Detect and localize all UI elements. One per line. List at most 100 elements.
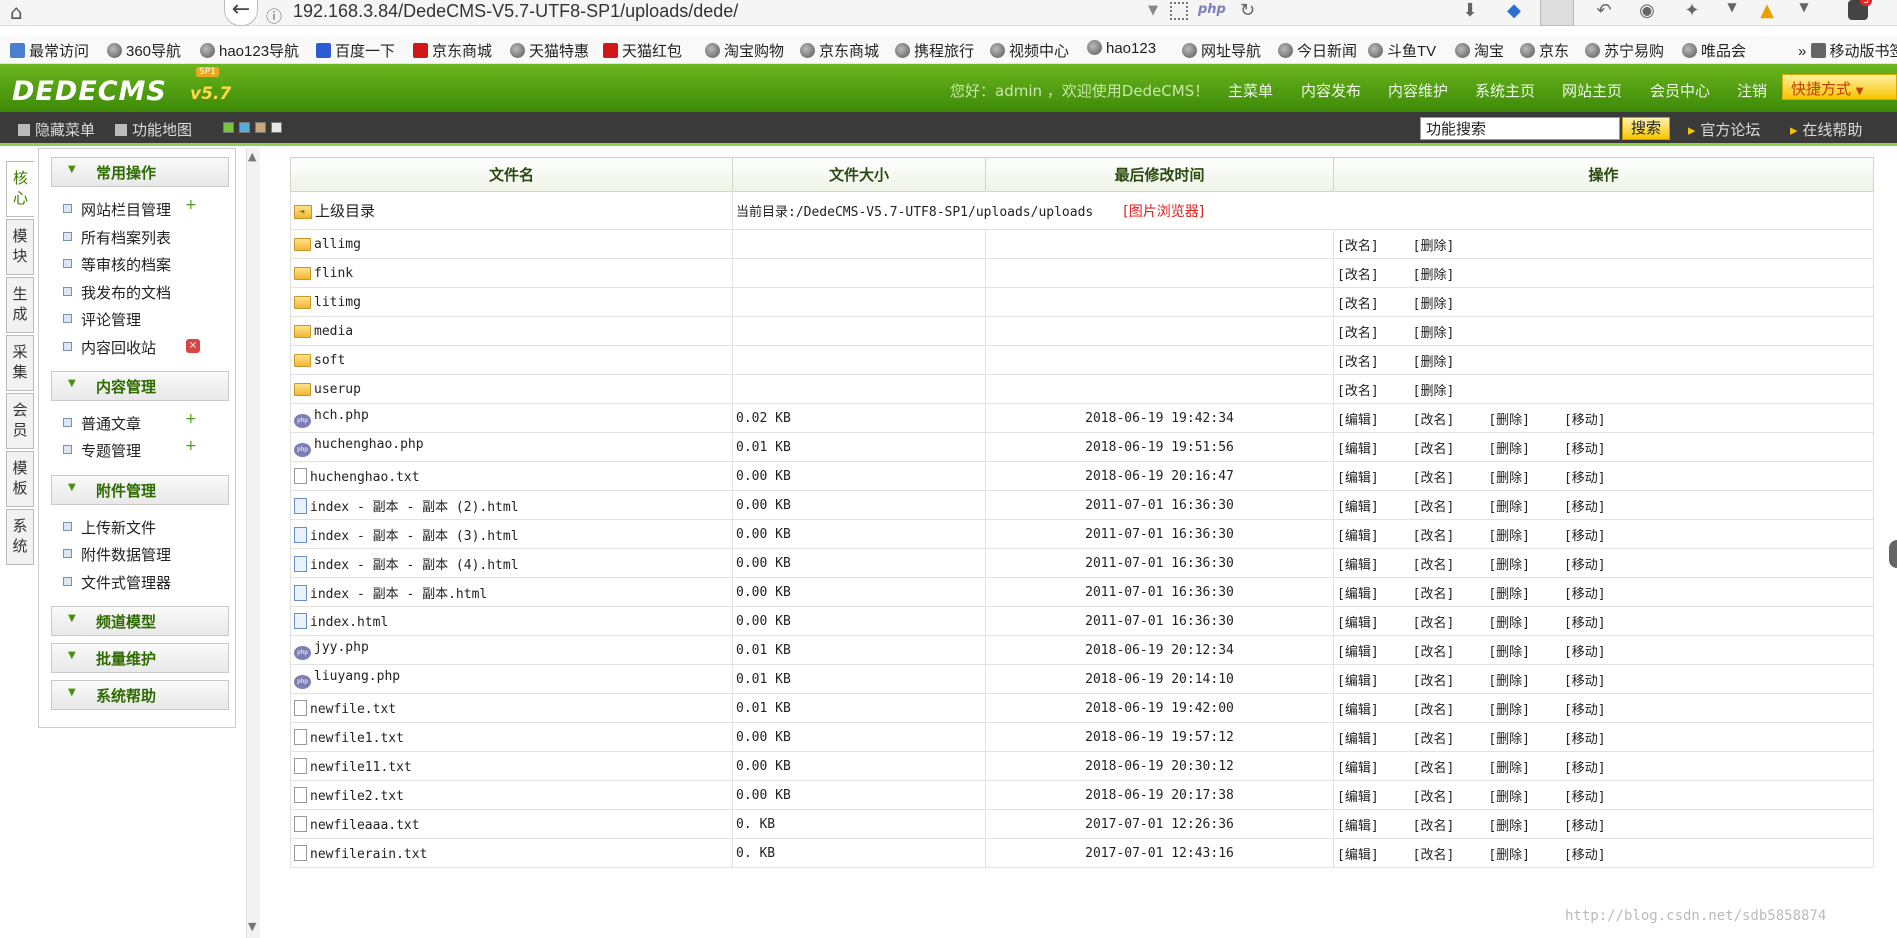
php-badge-icon[interactable]: php (1198, 2, 1226, 17)
move-link[interactable]: [移动] (1564, 786, 1606, 805)
file-name-link[interactable]: newfile11.txt (310, 760, 412, 775)
notification-icon[interactable]: 3 (1848, 0, 1872, 20)
delete-link[interactable]: [删除] (1488, 670, 1530, 689)
parent-dir-link[interactable]: 上级目录 (315, 202, 375, 220)
menu-item-all-archives[interactable]: 所有档案列表 (63, 227, 171, 248)
file-name-link[interactable]: huchenghao.php (314, 437, 424, 452)
bookmark-item[interactable]: 苏宁易购 (1585, 40, 1664, 61)
delete-link[interactable]: [删除] (1488, 815, 1530, 834)
scroll-down-icon[interactable]: ▼ (248, 920, 256, 933)
add-icon[interactable]: + (185, 438, 197, 454)
bookmark-item[interactable]: 最常访问 (10, 40, 89, 61)
move-link[interactable]: [移动] (1564, 525, 1606, 544)
delete-icon[interactable]: × (186, 339, 200, 353)
file-name-link[interactable]: hch.php (314, 408, 369, 423)
edit-link[interactable]: [编辑] (1337, 438, 1379, 457)
bookmark-item[interactable]: 今日新闻 (1278, 40, 1357, 61)
hide-menu-button[interactable]: 隐藏菜单 (18, 119, 95, 140)
rename-link[interactable]: [改名] (1413, 815, 1455, 834)
rename-link[interactable]: [改名] (1413, 496, 1455, 515)
info-icon[interactable]: ⓘ (266, 3, 282, 27)
file-name-link[interactable]: index - 副本 - 副本 (4).html (310, 558, 519, 573)
rename-link[interactable]: [改名] (1413, 467, 1455, 486)
delete-link[interactable]: [删除] (1413, 351, 1455, 370)
delete-link[interactable]: [删除] (1413, 264, 1455, 283)
move-link[interactable]: [移动] (1564, 815, 1606, 834)
filename-cell[interactable]: userup (290, 374, 733, 404)
delete-link[interactable]: [删除] (1488, 583, 1530, 602)
file-name-link[interactable]: index - 副本 - 副本.html (310, 587, 487, 602)
bookmark-item[interactable]: 京东 (1520, 40, 1569, 61)
rename-link[interactable]: [改名] (1337, 380, 1379, 399)
drive-icon[interactable]: ▲ (1755, 0, 1779, 21)
edit-link[interactable]: [编辑] (1337, 583, 1379, 602)
bookmark-item[interactable]: 网址导航 (1182, 40, 1261, 61)
folder-name-link[interactable]: flink (314, 266, 353, 281)
site-map-button[interactable]: 功能地图 (115, 119, 192, 140)
move-link[interactable]: [移动] (1564, 670, 1606, 689)
tools-icon[interactable]: ✦ (1680, 0, 1704, 21)
filename-cell[interactable]: flink (290, 258, 733, 288)
tab-member[interactable]: 会员 (6, 393, 34, 449)
nav-main-menu[interactable]: 主菜单 (1228, 80, 1273, 101)
edit-link[interactable]: [编辑] (1337, 699, 1379, 718)
bookmark-item[interactable]: 京东商城 (413, 40, 492, 61)
bookmark-item[interactable]: » 移动版书签 (1798, 40, 1897, 61)
menu-dropdown-icon[interactable]: ▼ (1792, 0, 1816, 14)
rename-link[interactable]: [改名] (1337, 235, 1379, 254)
menu-item-pending-archives[interactable]: 等审核的档案 (63, 254, 171, 275)
theme-blue-swatch[interactable] (239, 122, 250, 133)
bookmark-item[interactable]: 携程旅行 (895, 40, 974, 61)
file-name-link[interactable]: newfile.txt (310, 702, 396, 717)
add-icon[interactable]: + (185, 411, 197, 427)
rename-link[interactable]: [改名] (1337, 351, 1379, 370)
filename-cell[interactable]: index - 副本 - 副本 (4).html (290, 548, 733, 578)
menu-group-content[interactable]: 内容管理 (51, 371, 229, 401)
bookmark-item[interactable]: 百度一下 (316, 40, 395, 61)
back-button[interactable]: ← (224, 0, 258, 26)
scroll-up-icon[interactable]: ▲ (248, 150, 256, 163)
globe-icon[interactable]: ◉ (1635, 0, 1659, 21)
edit-link[interactable]: [编辑] (1337, 757, 1379, 776)
edit-link[interactable]: [编辑] (1337, 467, 1379, 486)
file-name-link[interactable]: index.html (310, 615, 388, 630)
move-link[interactable]: [移动] (1564, 467, 1606, 486)
bookmark-item[interactable]: hao123导航 (200, 40, 299, 61)
menu-group-help[interactable]: 系统帮助 (51, 680, 229, 710)
add-icon[interactable]: + (185, 197, 197, 213)
delete-link[interactable]: [删除] (1413, 380, 1455, 399)
rename-link[interactable]: [改名] (1413, 670, 1455, 689)
rename-link[interactable]: [改名] (1413, 612, 1455, 631)
edit-link[interactable]: [编辑] (1337, 844, 1379, 863)
delete-link[interactable]: [删除] (1488, 699, 1530, 718)
move-link[interactable]: [移动] (1564, 699, 1606, 718)
bookmark-item[interactable]: 淘宝购物 (705, 40, 784, 61)
tab-module[interactable]: 模块 (6, 219, 34, 275)
nav-system-home[interactable]: 系统主页 (1475, 80, 1535, 101)
delete-link[interactable]: [删除] (1488, 554, 1530, 573)
bookmark-item[interactable]: 京东商城 (800, 40, 879, 61)
rename-link[interactable]: [改名] (1337, 264, 1379, 283)
move-link[interactable]: [移动] (1564, 757, 1606, 776)
delete-link[interactable]: [删除] (1413, 235, 1455, 254)
delete-link[interactable]: [删除] (1413, 293, 1455, 312)
filename-cell[interactable]: php jyy.php (290, 635, 733, 665)
menu-group-attachments[interactable]: 附件管理 (51, 475, 229, 505)
undo-icon[interactable]: ↶ (1592, 0, 1616, 21)
rename-link[interactable]: [改名] (1413, 786, 1455, 805)
filename-cell[interactable]: php liuyang.php (290, 664, 733, 694)
theme-green-swatch[interactable] (223, 122, 234, 133)
filename-cell[interactable]: newfileaaa.txt (290, 809, 733, 839)
filename-cell[interactable]: index.html (290, 606, 733, 636)
menu-item-articles[interactable]: 普通文章 (63, 413, 141, 434)
image-browser-link[interactable]: [图片浏览器] (1123, 204, 1204, 220)
file-name-link[interactable]: huchenghao.txt (310, 470, 420, 485)
url-dropdown-icon[interactable]: ▼ (1148, 3, 1158, 18)
move-link[interactable]: [移动] (1564, 438, 1606, 457)
menu-item-comments[interactable]: 评论管理 (63, 309, 141, 330)
filename-cell[interactable]: newfile1.txt (290, 722, 733, 752)
edit-link[interactable]: [编辑] (1337, 409, 1379, 428)
edit-link[interactable]: [编辑] (1337, 728, 1379, 747)
delete-link[interactable]: [删除] (1488, 467, 1530, 486)
delete-link[interactable]: [删除] (1413, 322, 1455, 341)
